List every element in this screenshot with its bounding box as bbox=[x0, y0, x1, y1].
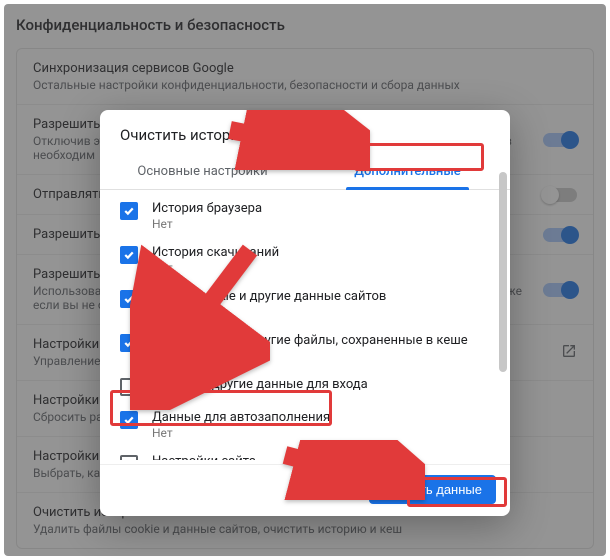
clear-data-item[interactable]: Пароли и другие данные для входа bbox=[116, 370, 502, 403]
checkbox[interactable] bbox=[120, 334, 138, 352]
clear-data-button[interactable]: Удалить данные bbox=[369, 475, 496, 504]
dialog-tabs: Основные настройки Дополнительные bbox=[100, 154, 510, 190]
item-label: История скачиваний bbox=[152, 245, 279, 260]
item-label: Файлы cookie и другие данные сайтов bbox=[152, 289, 386, 304]
item-label: Данные для автозаполнения bbox=[152, 410, 330, 425]
item-label: Пароли и другие данные для входа bbox=[152, 377, 368, 392]
scrollbar-thumb[interactable] bbox=[499, 190, 507, 372]
clear-data-item[interactable]: Изображения и другие файлы, сохраненные … bbox=[116, 326, 502, 370]
tab-advanced[interactable]: Дополнительные bbox=[305, 154, 510, 189]
dialog-buttons: Отмена Удалить данные bbox=[100, 464, 510, 504]
modal-overlay: Очистить историю Основные настройки Допо… bbox=[4, 4, 606, 556]
clear-data-list[interactable]: История браузераНетИстория скачиванийНет… bbox=[100, 190, 510, 460]
item-detail: Нет bbox=[152, 261, 279, 275]
checkbox[interactable] bbox=[120, 202, 138, 220]
tab-basic[interactable]: Основные настройки bbox=[100, 154, 305, 189]
checkbox[interactable] bbox=[120, 455, 138, 460]
checkbox[interactable] bbox=[120, 411, 138, 429]
checkbox[interactable] bbox=[120, 378, 138, 396]
clear-data-item[interactable]: Файлы cookie и другие данные сайтовС 3 с… bbox=[116, 282, 502, 326]
item-label: Настройки сайта bbox=[152, 454, 256, 460]
dialog-title: Очистить историю bbox=[100, 126, 510, 154]
item-detail: С 3 сайтов bbox=[152, 305, 386, 319]
item-detail: Нет bbox=[152, 217, 262, 231]
cancel-button[interactable]: Отмена bbox=[286, 475, 361, 504]
checkbox[interactable] bbox=[120, 290, 138, 308]
clear-data-item[interactable]: Данные для автозаполненияНет bbox=[116, 403, 502, 447]
clear-data-item[interactable]: История скачиванийНет bbox=[116, 238, 502, 282]
clear-data-item[interactable]: Настройки сайтаНет bbox=[116, 447, 502, 460]
clear-data-item[interactable]: История браузераНет bbox=[116, 194, 502, 238]
checkbox[interactable] bbox=[120, 246, 138, 264]
item-detail: Нет bbox=[152, 426, 330, 440]
item-label: Изображения и другие файлы, сохраненные … bbox=[152, 333, 468, 348]
item-detail: Менее 19 МБ bbox=[152, 349, 468, 363]
clear-history-dialog: Очистить историю Основные настройки Допо… bbox=[100, 110, 510, 516]
item-label: История браузера bbox=[152, 201, 262, 216]
